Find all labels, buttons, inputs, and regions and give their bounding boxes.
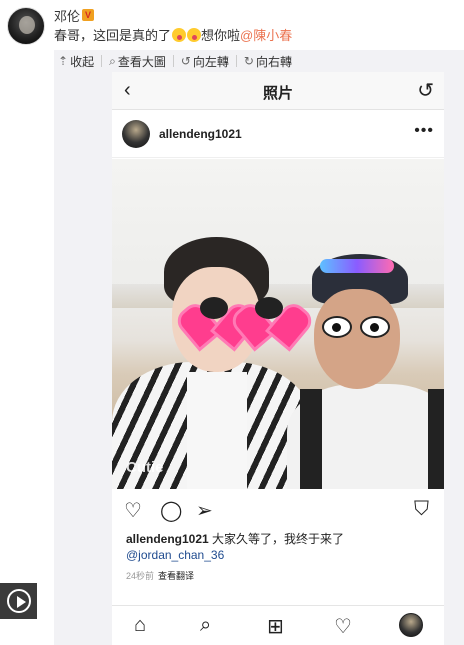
ig-user-avatar xyxy=(122,120,150,148)
cartoon-eye-sticker xyxy=(360,316,390,338)
rotate-left-icon: ↺ xyxy=(180,54,191,68)
rotate-right-button[interactable]: ↻ 向右轉 xyxy=(240,53,296,70)
sunglasses-on-cap xyxy=(320,259,394,273)
rotate-right-icon: ↻ xyxy=(243,54,254,68)
ig-action-bar: ♡ ◯ ➢ ⛉ xyxy=(112,492,444,528)
toolbar-divider xyxy=(172,55,174,67)
ig-post-header: allendeng1021 ••• xyxy=(112,110,444,158)
toolbar-divider xyxy=(101,55,103,67)
instagram-screenshot[interactable]: ‹ 照片 ↺ allendeng1021 ••• Cutie ♡ ◯ ➢ ⛉ a… xyxy=(112,72,444,645)
ig-post-meta: 24秒前 查看翻译 xyxy=(126,569,194,582)
post-header: 邓伦 V 春哥，这回是真的了 想你啦@陳小春 xyxy=(0,0,464,50)
add-post-icon[interactable]: ⊞ xyxy=(267,614,284,639)
collapse-button[interactable]: ⇡ 收起 xyxy=(54,53,98,70)
heart-icon xyxy=(245,289,293,329)
selfie-photo: Cutie xyxy=(112,159,444,489)
person-right xyxy=(287,254,444,489)
caption-username[interactable]: allendeng1021 xyxy=(126,532,209,546)
ig-top-bar: ‹ 照片 ↺ xyxy=(112,72,444,110)
post-text: 春哥，这回是真的了 想你啦@陳小春 xyxy=(54,25,292,44)
more-options-icon: ••• xyxy=(414,122,434,139)
home-icon[interactable]: ⌂ xyxy=(134,614,146,637)
rotate-right-label: 向右轉 xyxy=(255,54,292,69)
collapse-icon: ⇡ xyxy=(58,54,69,68)
rotate-left-button[interactable]: ↺ 向左轉 xyxy=(177,53,233,70)
like-heart-icon[interactable]: ♡ xyxy=(124,498,142,523)
bookmark-icon[interactable]: ⛉ xyxy=(414,498,429,521)
person-left xyxy=(112,237,312,489)
ig-page-title: 照片 xyxy=(262,85,293,102)
search-icon: ⌕ xyxy=(109,53,116,68)
view-large-button[interactable]: ⌕ 查看大圖 xyxy=(105,53,170,70)
image-toolbar: ⇡ 收起 ⌕ 查看大圖 ↺ 向左轉 ↻ 向右轉 xyxy=(54,52,296,70)
toolbar-divider xyxy=(235,55,237,67)
see-translation-link[interactable]: 查看翻译 xyxy=(158,571,194,581)
heart-sunglasses-sticker xyxy=(190,289,300,329)
author-name[interactable]: 邓伦 xyxy=(54,6,80,25)
surprised-face-emoji-icon xyxy=(172,28,187,42)
comment-icon[interactable]: ◯ xyxy=(160,498,182,523)
caption-text: 大家久等了，我终于来了 xyxy=(208,532,345,546)
rotate-left-label: 向左轉 xyxy=(192,54,229,69)
surprised-face-emoji-icon xyxy=(187,28,202,42)
heart-icon xyxy=(190,289,238,329)
caption-tag[interactable]: @jordan_chan_36 xyxy=(126,548,224,562)
ig-username: allendeng1021 xyxy=(159,127,242,141)
post-text-main: 春哥，这回是真的了 xyxy=(54,28,172,43)
ig-caption: allendeng1021 大家久等了，我终于来了 @jordan_chan_3… xyxy=(126,531,436,563)
mention-link[interactable]: @陳小春 xyxy=(240,28,292,43)
post-text-tail: 想你啦 xyxy=(201,28,241,43)
activity-heart-icon[interactable]: ♡ xyxy=(334,614,352,639)
verified-badge-icon: V xyxy=(82,9,94,21)
view-large-label: 查看大圖 xyxy=(117,54,166,69)
play-button[interactable] xyxy=(0,583,37,619)
collapse-label: 收起 xyxy=(70,54,95,69)
play-icon xyxy=(7,589,31,613)
profile-avatar-icon[interactable] xyxy=(399,613,423,637)
post-time: 24秒前 xyxy=(126,571,155,581)
cartoon-eye-sticker xyxy=(322,316,352,338)
refresh-icon: ↺ xyxy=(417,80,434,102)
ig-bottom-nav: ⌂ ⌕ ⊞ ♡ xyxy=(112,605,444,645)
search-icon[interactable]: ⌕ xyxy=(200,614,211,637)
photo-watermark: Cutie xyxy=(126,459,164,476)
share-send-icon[interactable]: ➢ xyxy=(196,498,213,523)
author-avatar[interactable] xyxy=(7,7,45,45)
